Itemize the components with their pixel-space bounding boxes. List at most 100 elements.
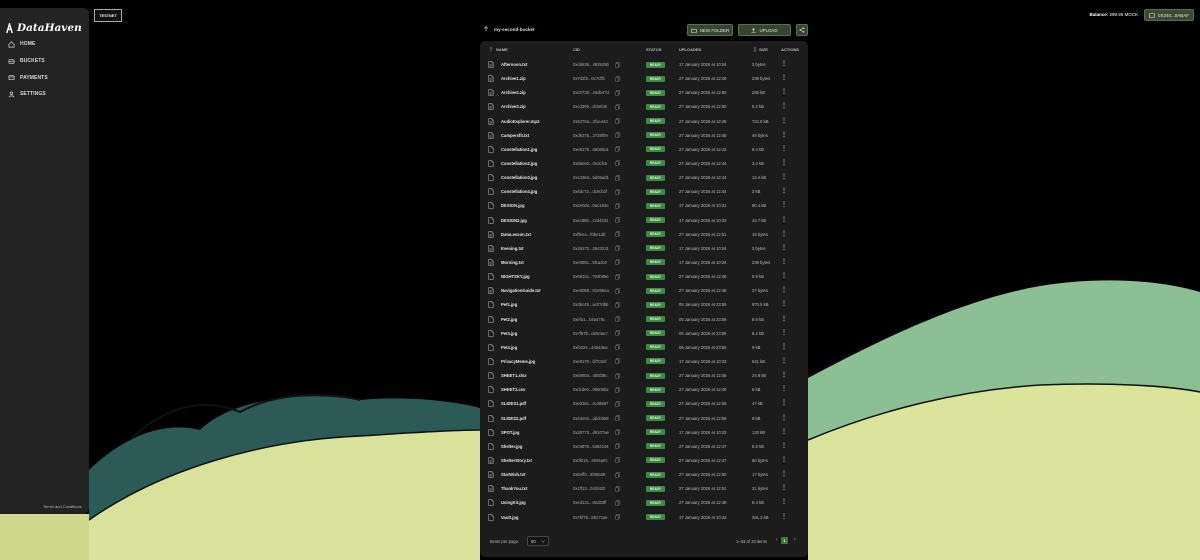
copy-icon[interactable] bbox=[615, 500, 620, 506]
column-header-size[interactable]: SIZE bbox=[759, 47, 768, 52]
table-row[interactable]: NavigationGuide.txt 0xe6068...81e59ea RE… bbox=[480, 284, 808, 298]
table-row[interactable]: Constellation2.jpg 0x5be62...0e3cfc5 REA… bbox=[480, 157, 808, 171]
table-row[interactable]: Constellation1.jpg 0xe817b...65b66a1 REA… bbox=[480, 143, 808, 157]
table-row[interactable]: Shelter.jpg 0xc5878...5482104 READY 27 J… bbox=[480, 440, 808, 454]
more-actions-icon[interactable]: ⋮ bbox=[781, 173, 787, 180]
more-actions-icon[interactable]: ⋮ bbox=[781, 258, 787, 265]
copy-icon[interactable] bbox=[615, 132, 620, 138]
more-actions-icon[interactable]: ⋮ bbox=[781, 385, 787, 392]
more-actions-icon[interactable]: ⋮ bbox=[781, 102, 787, 109]
copy-icon[interactable] bbox=[615, 344, 620, 351]
more-actions-icon[interactable]: ⋮ bbox=[781, 371, 787, 378]
more-actions-icon[interactable]: ⋮ bbox=[781, 357, 787, 364]
file-name[interactable]: UsingKit.jpg bbox=[501, 500, 526, 505]
copy-icon[interactable] bbox=[615, 457, 620, 464]
table-row[interactable]: PrivacyMeme.jpg 0xe8170...bf7031f READY … bbox=[480, 355, 808, 369]
table-row[interactable]: SPOT.jpg 0x28773...d8107ae READY 17 Janu… bbox=[480, 426, 808, 440]
table-row[interactable]: ThankYou.txt 0x1ff13...041b5f2 READY 27 … bbox=[480, 482, 808, 496]
table-row[interactable]: ShelterStory.txt 0x0f015...3045a01 READY… bbox=[480, 454, 808, 468]
table-row[interactable]: StarWish.txt 0x5eff0...8f48a59 READY 27 … bbox=[480, 468, 808, 482]
more-actions-icon[interactable]: ⋮ bbox=[781, 60, 787, 67]
file-name[interactable]: StarWish.txt bbox=[501, 472, 525, 477]
terms-link[interactable]: Terms and Conditions bbox=[43, 504, 82, 509]
more-actions-icon[interactable]: ⋮ bbox=[781, 343, 787, 350]
more-actions-icon[interactable]: ⋮ bbox=[781, 272, 787, 279]
copy-icon[interactable] bbox=[615, 203, 620, 209]
sort-icon[interactable] bbox=[753, 47, 757, 52]
table-row[interactable]: Afternoon.txt 0xdd636...482525b READY 17… bbox=[480, 58, 808, 72]
table-row[interactable]: Archive1.zip 0x7d3f3...0c7cffb READY 27 … bbox=[480, 72, 808, 86]
more-actions-icon[interactable]: ⋮ bbox=[781, 187, 787, 194]
column-header-status[interactable]: STATUS bbox=[646, 47, 661, 52]
file-name[interactable]: SPOT.jpg bbox=[501, 430, 519, 435]
file-name[interactable]: NavigationGuide.txt bbox=[501, 288, 541, 293]
more-actions-icon[interactable]: ⋮ bbox=[781, 216, 787, 223]
file-name[interactable]: Afternoon.txt bbox=[501, 62, 527, 67]
table-row[interactable]: SHEET1.xlsx 0x60804...405f36c READY 27 J… bbox=[480, 369, 808, 383]
file-name[interactable]: AudioExplorer.mp3 bbox=[501, 119, 539, 124]
network-badge[interactable]: TESTNET bbox=[94, 9, 122, 22]
file-name[interactable]: Pet1.jpg bbox=[501, 302, 517, 307]
file-name[interactable]: Constellation3.jpg bbox=[501, 175, 537, 180]
copy-icon[interactable] bbox=[615, 174, 620, 181]
file-name[interactable]: PrivacyMeme.jpg bbox=[501, 359, 535, 364]
file-name[interactable]: DESIGN2.jpg bbox=[501, 218, 527, 223]
new-folder-button[interactable]: NEW FOLDER bbox=[687, 24, 733, 36]
copy-icon[interactable] bbox=[615, 302, 620, 308]
table-row[interactable]: UsingKit.jpg 0xed131...82d33ff READY 27 … bbox=[480, 496, 808, 510]
file-name[interactable]: SLIDES2.pdf bbox=[501, 416, 526, 421]
more-actions-icon[interactable]: ⋮ bbox=[781, 117, 787, 124]
table-row[interactable]: NIGHTSKY.jpg 0x0810c...703b85e READY 27 … bbox=[480, 270, 808, 284]
table-row[interactable]: SHEET2.csv 0xdcde0...08005b2 READY 27 Ja… bbox=[480, 383, 808, 397]
table-row[interactable]: DESIGN2.jpg 0xec88b...c2d4332 READY 17 J… bbox=[480, 214, 808, 228]
file-name[interactable]: Constellation1.jpg bbox=[501, 147, 537, 152]
sidebar-item-buckets[interactable]: BUCKETS bbox=[0, 53, 89, 70]
copy-icon[interactable] bbox=[615, 217, 620, 223]
more-actions-icon[interactable]: ⋮ bbox=[781, 456, 787, 463]
copy-icon[interactable] bbox=[615, 485, 620, 492]
copy-icon[interactable] bbox=[615, 443, 620, 450]
more-actions-icon[interactable]: ⋮ bbox=[781, 484, 787, 491]
file-name[interactable]: Shelter.jpg bbox=[501, 444, 522, 449]
copy-icon[interactable] bbox=[615, 358, 620, 365]
sidebar-item-settings[interactable]: SETTINGS bbox=[0, 86, 89, 103]
current-page-button[interactable]: 1 bbox=[781, 537, 788, 544]
file-name[interactable]: ThankYou.txt bbox=[501, 486, 527, 491]
table-row[interactable]: SLIDES1.pdf 0x0338c...4c38887 READY 27 J… bbox=[480, 397, 808, 411]
table-row[interactable]: Constellation4.jpg 0x6dc72...d18cb2f REA… bbox=[480, 185, 808, 199]
table-row[interactable]: DESIGN.jpg 0x2e0d4...0ac183e READY 17 Ja… bbox=[480, 199, 808, 213]
table-row[interactable]: Pet4.jpg 0xfc034...4454dea READY 05 Janu… bbox=[480, 341, 808, 355]
more-actions-icon[interactable]: ⋮ bbox=[781, 88, 787, 95]
sort-icon[interactable] bbox=[489, 47, 493, 52]
more-actions-icon[interactable]: ⋮ bbox=[781, 329, 787, 336]
file-name[interactable]: Pet3.jpg bbox=[501, 331, 517, 336]
copy-icon[interactable] bbox=[615, 231, 620, 237]
copy-icon[interactable] bbox=[615, 118, 620, 124]
copy-icon[interactable] bbox=[615, 189, 620, 195]
column-header-uploaded[interactable]: UPLOADED bbox=[679, 47, 701, 52]
table-row[interactable]: Pet2.jpg 0xefa1...04a479c READY 05 Janua… bbox=[480, 313, 808, 327]
file-name[interactable]: Archive1.zip bbox=[501, 76, 526, 81]
table-row[interactable]: Vault.jpg 0x7bf76...8027cae READY 17 Jan… bbox=[480, 511, 808, 525]
file-name[interactable]: DESIGN.jpg bbox=[501, 203, 525, 208]
more-actions-icon[interactable]: ⋮ bbox=[781, 513, 787, 520]
copy-icon[interactable] bbox=[615, 387, 620, 393]
copy-icon[interactable] bbox=[615, 401, 620, 407]
copy-icon[interactable] bbox=[615, 415, 620, 421]
file-name[interactable]: Evening.txt bbox=[501, 246, 524, 251]
table-row[interactable]: Evening.txt 0x26272...2643231 READY 17 J… bbox=[480, 242, 808, 256]
copy-icon[interactable] bbox=[615, 146, 620, 153]
more-actions-icon[interactable]: ⋮ bbox=[781, 159, 787, 166]
copy-icon[interactable] bbox=[615, 245, 620, 252]
file-name[interactable]: Constellation4.jpg bbox=[501, 189, 537, 194]
sidebar-item-home[interactable]: HOME bbox=[0, 36, 89, 53]
more-actions-icon[interactable]: ⋮ bbox=[781, 230, 787, 237]
more-actions-icon[interactable]: ⋮ bbox=[781, 498, 787, 505]
table-row[interactable]: Campersfit.txt 0xd537b...3729f09 READY 2… bbox=[480, 129, 808, 143]
more-actions-icon[interactable]: ⋮ bbox=[781, 131, 787, 138]
file-name[interactable]: Vault.jpg bbox=[501, 515, 518, 520]
file-name[interactable]: ShelterStory.txt bbox=[501, 458, 532, 463]
copy-icon[interactable] bbox=[615, 61, 620, 68]
upload-button[interactable]: UPLOAD bbox=[738, 24, 791, 36]
more-actions-icon[interactable]: ⋮ bbox=[781, 442, 787, 449]
